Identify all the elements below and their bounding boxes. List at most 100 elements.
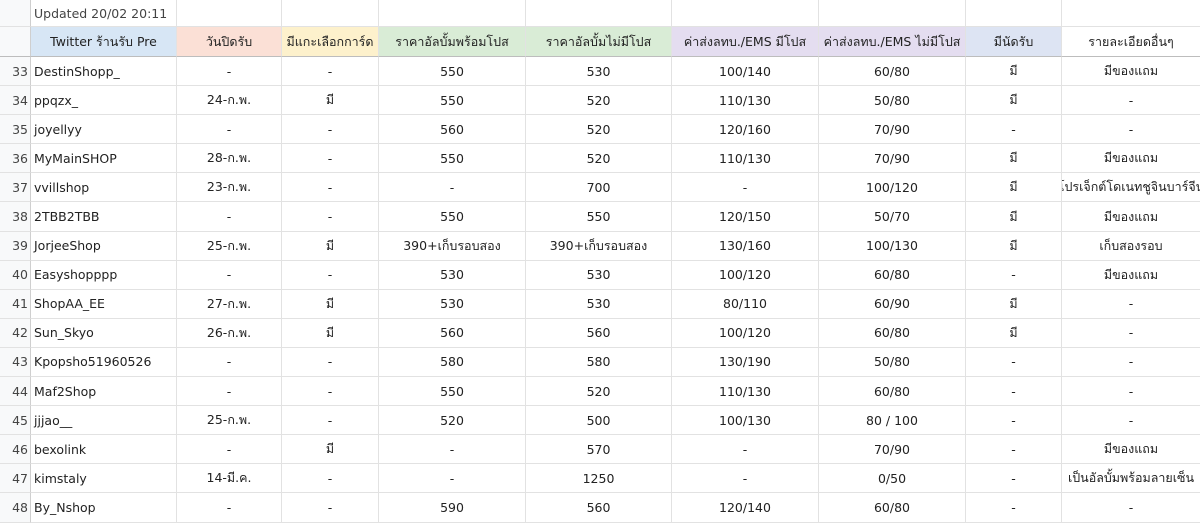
- cell-price-without-poster[interactable]: 520: [526, 86, 672, 116]
- row-number[interactable]: 35: [0, 115, 31, 145]
- cell-price-with-poster[interactable]: 550: [379, 86, 526, 116]
- cell-shipping-without-poster[interactable]: 80 / 100: [819, 406, 966, 436]
- cell-card-selection[interactable]: มี: [282, 231, 379, 261]
- cell-card-selection[interactable]: -: [282, 202, 379, 232]
- cell-shop-name[interactable]: kimstaly: [31, 464, 177, 494]
- row-number[interactable]: 48: [0, 493, 31, 523]
- row-number[interactable]: 46: [0, 435, 31, 465]
- empty-cell[interactable]: [1062, 0, 1200, 27]
- cell-price-without-poster[interactable]: 530: [526, 57, 672, 87]
- cell-price-without-poster[interactable]: 580: [526, 347, 672, 378]
- cell-card-selection[interactable]: -: [282, 173, 379, 203]
- cell-closing-date[interactable]: -: [177, 347, 282, 378]
- cell-shop-name[interactable]: Sun_Skyo: [31, 318, 177, 348]
- row-number[interactable]: 43: [0, 347, 31, 378]
- cell-other-details[interactable]: -: [1062, 406, 1200, 436]
- header-twitter-shop[interactable]: Twitter ร้านรับ Pre: [31, 27, 177, 57]
- cell-shop-name[interactable]: JorjeeShop: [31, 231, 177, 261]
- cell-closing-date[interactable]: 24-ก.พ.: [177, 86, 282, 116]
- cell-shipping-without-poster[interactable]: 70/90: [819, 144, 966, 174]
- cell-price-with-poster[interactable]: 560: [379, 115, 526, 145]
- cell-card-selection[interactable]: มี: [282, 318, 379, 348]
- cell-card-selection[interactable]: -: [282, 57, 379, 87]
- cell-price-without-poster[interactable]: 550: [526, 202, 672, 232]
- cell-shop-name[interactable]: ppqzx_: [31, 86, 177, 116]
- row-number[interactable]: 42: [0, 318, 31, 348]
- cell-shop-name[interactable]: bexolink: [31, 435, 177, 465]
- cell-shop-name[interactable]: DestinShopp_: [31, 57, 177, 87]
- cell-price-with-poster[interactable]: 530: [379, 289, 526, 319]
- cell-closing-date[interactable]: -: [177, 493, 282, 523]
- cell-shipping-with-poster[interactable]: 120/140: [672, 493, 819, 523]
- cell-other-details[interactable]: -: [1062, 319, 1200, 348]
- cell-meetup[interactable]: -: [966, 260, 1062, 290]
- cell-price-with-poster[interactable]: 560: [379, 318, 526, 348]
- cell-meetup[interactable]: -: [966, 347, 1062, 378]
- cell-shop-name[interactable]: Maf2Shop: [31, 377, 177, 407]
- header-price-without-poster[interactable]: ราคาอัลบั้มไม่มีโปส: [526, 27, 672, 57]
- row-header-blank[interactable]: [0, 0, 31, 27]
- cell-closing-date[interactable]: -: [177, 115, 282, 145]
- cell-other-details[interactable]: -: [1062, 115, 1200, 145]
- cell-shop-name[interactable]: Easyshopppp: [31, 260, 177, 290]
- cell-price-without-poster[interactable]: 520: [526, 144, 672, 174]
- cell-meetup[interactable]: มี: [966, 318, 1062, 348]
- cell-price-with-poster[interactable]: -: [379, 173, 526, 203]
- cell-shipping-without-poster[interactable]: 60/80: [819, 57, 966, 87]
- cell-meetup[interactable]: มี: [966, 86, 1062, 116]
- row-number[interactable]: 39: [0, 231, 31, 261]
- cell-shipping-with-poster[interactable]: 110/130: [672, 377, 819, 407]
- cell-price-with-poster[interactable]: 550: [379, 202, 526, 232]
- cell-shipping-without-poster[interactable]: 60/80: [819, 260, 966, 290]
- cell-shipping-with-poster[interactable]: -: [672, 173, 819, 203]
- cell-price-with-poster[interactable]: -: [379, 435, 526, 465]
- cell-other-details[interactable]: เป็นอัลบั้มพร้อมลายเซ็น: [1062, 464, 1200, 494]
- cell-card-selection[interactable]: มี: [282, 86, 379, 116]
- row-number[interactable]: 44: [0, 377, 31, 407]
- cell-card-selection[interactable]: มี: [282, 435, 379, 465]
- header-price-with-poster[interactable]: ราคาอัลบั้มพร้อมโปส: [379, 27, 526, 57]
- empty-cell[interactable]: [819, 0, 966, 27]
- cell-closing-date[interactable]: -: [177, 435, 282, 465]
- cell-closing-date[interactable]: -: [177, 260, 282, 290]
- cell-meetup[interactable]: -: [966, 406, 1062, 436]
- row-number[interactable]: 40: [0, 260, 31, 290]
- cell-shipping-with-poster[interactable]: 100/120: [672, 318, 819, 348]
- cell-shipping-with-poster[interactable]: 130/190: [672, 347, 819, 378]
- cell-meetup[interactable]: มี: [966, 231, 1062, 261]
- header-shipping-with-poster[interactable]: ค่าส่งลทบ./EMS มีโปส: [672, 27, 819, 57]
- cell-shipping-without-poster[interactable]: 70/90: [819, 435, 966, 465]
- cell-shipping-with-poster[interactable]: -: [672, 464, 819, 494]
- cell-price-with-poster[interactable]: 550: [379, 144, 526, 174]
- header-shipping-without-poster[interactable]: ค่าส่งลทบ./EMS ไม่มีโปส: [819, 27, 966, 57]
- cell-other-details[interactable]: มีของแถม: [1062, 144, 1200, 174]
- cell-shipping-without-poster[interactable]: 100/130: [819, 231, 966, 261]
- cell-shipping-with-poster[interactable]: 120/160: [672, 115, 819, 145]
- cell-price-with-poster[interactable]: 590: [379, 493, 526, 523]
- cell-other-details[interactable]: เก็บสองรอบ: [1062, 232, 1200, 261]
- row-number[interactable]: 47: [0, 464, 31, 494]
- cell-shipping-with-poster[interactable]: 120/150: [672, 202, 819, 232]
- cell-other-details[interactable]: มีของแถม: [1062, 261, 1200, 290]
- header-closing-date[interactable]: วันปิดรับ: [177, 27, 282, 57]
- cell-shop-name[interactable]: vvillshop: [31, 173, 177, 203]
- cell-shipping-with-poster[interactable]: -: [672, 435, 819, 465]
- cell-meetup[interactable]: มี: [966, 202, 1062, 232]
- row-number[interactable]: 37: [0, 173, 31, 203]
- header-other-details[interactable]: รายละเอียดอื่นๆ: [1062, 27, 1200, 57]
- cell-shop-name[interactable]: By_Nshop: [31, 493, 177, 523]
- cell-card-selection[interactable]: -: [282, 260, 379, 290]
- cell-closing-date[interactable]: 25-ก.พ.: [177, 231, 282, 261]
- cell-closing-date[interactable]: 28-ก.พ.: [177, 144, 282, 174]
- header-card-selection[interactable]: มีแกะเลือกการ์ด: [282, 27, 379, 57]
- row-number[interactable]: 41: [0, 289, 31, 319]
- cell-card-selection[interactable]: -: [282, 347, 379, 378]
- cell-other-details[interactable]: -: [1062, 348, 1200, 378]
- cell-price-without-poster[interactable]: 520: [526, 115, 672, 145]
- cell-price-with-poster[interactable]: 580: [379, 347, 526, 378]
- cell-price-without-poster[interactable]: 570: [526, 435, 672, 465]
- empty-cell[interactable]: [282, 0, 379, 27]
- cell-other-details[interactable]: มีของแถม: [1062, 57, 1200, 87]
- empty-cell[interactable]: [526, 0, 672, 27]
- cell-card-selection[interactable]: -: [282, 406, 379, 436]
